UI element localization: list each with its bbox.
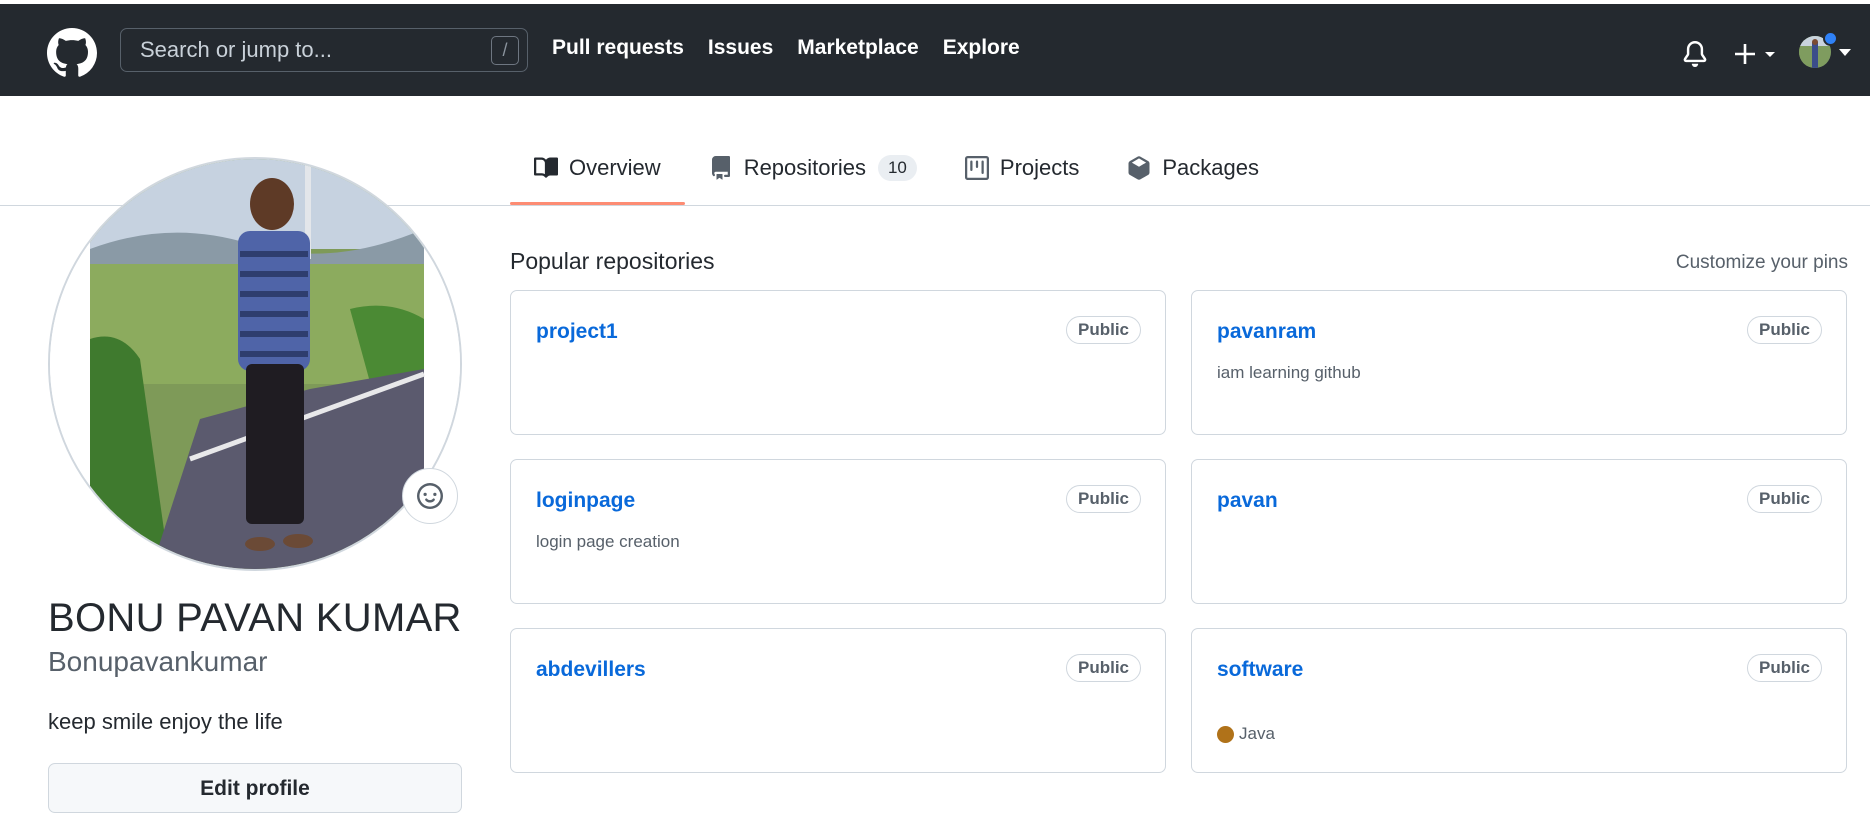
repo-card: abdevillers Public [510, 628, 1166, 773]
create-new-plus-icon[interactable] [1735, 40, 1783, 68]
nav-issues[interactable]: Issues [708, 36, 773, 60]
repo-card: software Public Java [1191, 628, 1847, 773]
visibility-badge: Public [1746, 316, 1822, 344]
repo-card: pavan Public [1191, 459, 1847, 604]
tab-overview[interactable]: Overview [510, 140, 685, 205]
profile-tabs: Overview Repositories 10 Projects Packag… [510, 140, 1283, 206]
profile-photo-image [50, 159, 460, 569]
repo-icon [711, 156, 730, 180]
avatar-status-dot [1823, 31, 1838, 46]
package-icon [1128, 156, 1150, 180]
repo-name-link[interactable]: pavanram [1217, 320, 1316, 344]
repo-language: Java [1217, 724, 1275, 744]
repo-description: iam learning github [1217, 363, 1361, 382]
repo-card: project1 Public [510, 290, 1166, 435]
repo-name-link[interactable]: abdevillers [536, 658, 646, 682]
profile-username: Bonupavankumar [48, 646, 268, 677]
tab-repositories[interactable]: Repositories 10 [685, 140, 941, 196]
customize-pins-link[interactable]: Customize your pins [1676, 252, 1848, 274]
visibility-badge: Public [1065, 316, 1141, 344]
repo-name-link[interactable]: project1 [536, 320, 618, 344]
tab-repositories-label: Repositories [743, 155, 866, 180]
repositories-count-badge: 10 [877, 155, 917, 181]
tab-projects-label: Projects [999, 155, 1080, 180]
tab-packages-label: Packages [1162, 155, 1259, 180]
book-icon [534, 157, 558, 178]
github-logo-icon[interactable] [47, 28, 97, 78]
global-header: / Pull requests Issues Marketplace Explo… [0, 4, 1870, 96]
search-input[interactable] [140, 37, 480, 63]
language-color-dot [1217, 725, 1234, 743]
visibility-badge: Public [1746, 654, 1822, 682]
notification-bell-icon[interactable] [1682, 40, 1708, 68]
tab-packages[interactable]: Packages [1103, 140, 1283, 196]
repo-card: pavanram Public iam learning github [1191, 290, 1847, 435]
edit-profile-button[interactable]: Edit profile [48, 763, 462, 813]
language-label: Java [1239, 724, 1275, 743]
header-nav: Pull requests Issues Marketplace Explore [552, 36, 1044, 60]
profile-avatar[interactable] [48, 157, 462, 571]
nav-pull-requests[interactable]: Pull requests [552, 36, 684, 60]
profile-full-name: BONU PAVAN KUMAR [48, 596, 462, 640]
tab-overview-label: Overview [569, 155, 661, 180]
chevron-down-icon[interactable] [1838, 48, 1852, 58]
nav-explore[interactable]: Explore [943, 36, 1020, 60]
search-box[interactable]: / [120, 28, 528, 72]
tab-projects[interactable]: Projects [941, 140, 1103, 196]
visibility-badge: Public [1746, 485, 1822, 513]
repo-name-link[interactable]: software [1217, 658, 1303, 682]
profile-bio: keep smile enjoy the life [48, 709, 283, 734]
visibility-badge: Public [1065, 654, 1141, 682]
visibility-badge: Public [1065, 485, 1141, 513]
repo-card: loginpage Public login page creation [510, 459, 1166, 604]
repo-name-link[interactable]: pavan [1217, 489, 1278, 513]
popular-repositories-heading: Popular repositories [510, 248, 715, 274]
nav-marketplace[interactable]: Marketplace [797, 36, 918, 60]
repo-description: login page creation [536, 532, 680, 551]
repo-name-link[interactable]: loginpage [536, 489, 635, 513]
set-status-button[interactable] [402, 468, 458, 524]
search-shortcut-key: / [491, 36, 519, 65]
smiley-icon [417, 483, 443, 509]
project-board-icon [964, 156, 989, 180]
